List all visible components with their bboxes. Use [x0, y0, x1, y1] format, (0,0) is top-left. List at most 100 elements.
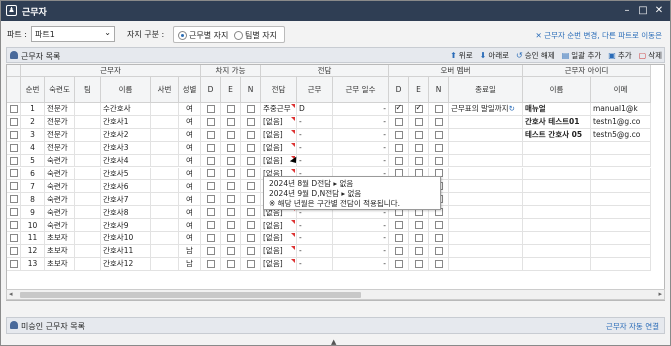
- cell-e-checkbox[interactable]: [221, 206, 241, 220]
- cell-n-checkbox[interactable]: [241, 103, 261, 116]
- checkbox[interactable]: [246, 104, 255, 113]
- close-icon[interactable]: ✕: [652, 4, 666, 17]
- radio-by-shift[interactable]: 근무별 자지: [178, 30, 228, 41]
- checkbox[interactable]: [394, 246, 403, 255]
- cell-d-checkbox[interactable]: [201, 219, 221, 232]
- row-select-checkbox[interactable]: [7, 141, 21, 155]
- row-select-checkbox[interactable]: [7, 232, 21, 245]
- cell-n-checkbox[interactable]: [241, 167, 261, 181]
- cell-enddate[interactable]: 근무표의 말일까지 ↻: [449, 103, 523, 116]
- checkbox[interactable]: [206, 143, 215, 152]
- checkbox[interactable]: [414, 156, 423, 165]
- cell-od-checkbox[interactable]: [389, 128, 409, 142]
- splitter-handle-icon[interactable]: ▲: [331, 338, 336, 346]
- checkbox[interactable]: [206, 259, 215, 268]
- cell-od-checkbox[interactable]: [389, 115, 409, 129]
- cell-enddate[interactable]: [449, 232, 523, 245]
- checkbox[interactable]: [414, 103, 423, 113]
- checkbox[interactable]: [434, 233, 443, 242]
- cell-enddate[interactable]: [449, 193, 523, 207]
- checkbox[interactable]: [246, 130, 255, 139]
- row-select-checkbox[interactable]: [7, 206, 21, 220]
- scroll-thumb[interactable]: [20, 292, 361, 298]
- cell-od-checkbox[interactable]: [389, 257, 409, 271]
- add-button[interactable]: ▣ 추가: [608, 50, 631, 61]
- cell-e-checkbox[interactable]: [221, 141, 241, 155]
- auto-link-button[interactable]: 근무자 자동 연결: [606, 321, 659, 332]
- checkbox[interactable]: [434, 117, 443, 126]
- checkbox[interactable]: [9, 117, 18, 126]
- delete-button[interactable]: ▢ 삭제: [639, 50, 662, 61]
- checkbox[interactable]: [226, 233, 235, 242]
- col-header-n[interactable]: N: [241, 77, 261, 103]
- checkbox[interactable]: [206, 182, 215, 191]
- checkbox[interactable]: [226, 259, 235, 268]
- cell-enddate[interactable]: [449, 244, 523, 258]
- checkbox[interactable]: [394, 156, 403, 165]
- cell-duty[interactable]: 주중근무: [261, 103, 297, 116]
- scroll-right-icon[interactable]: ▸: [658, 290, 662, 298]
- checkbox[interactable]: [9, 182, 18, 191]
- cell-duty[interactable]: [없음]: [261, 141, 297, 155]
- checkbox[interactable]: [206, 208, 215, 217]
- checkbox[interactable]: [394, 221, 403, 230]
- cell-d-checkbox[interactable]: [201, 154, 221, 168]
- cell-n-checkbox[interactable]: [241, 257, 261, 271]
- cell-work[interactable]: -: [297, 244, 333, 258]
- checkbox[interactable]: [394, 130, 403, 139]
- cell-oe-checkbox[interactable]: [409, 232, 429, 245]
- checkbox[interactable]: [434, 156, 443, 165]
- move-down-button[interactable]: ⬇ 아래로: [480, 50, 509, 61]
- col-header-on[interactable]: N: [429, 77, 449, 103]
- checkbox[interactable]: [414, 117, 423, 126]
- checkbox[interactable]: [226, 117, 235, 126]
- cell-duty[interactable]: [없음]: [261, 219, 297, 232]
- col-header-acc_mail[interactable]: 이메: [591, 77, 651, 103]
- checkbox[interactable]: [246, 117, 255, 126]
- cell-enddate[interactable]: [449, 141, 523, 155]
- checkbox[interactable]: [206, 233, 215, 242]
- cell-n-checkbox[interactable]: [241, 180, 261, 194]
- cell-on-checkbox[interactable]: [429, 232, 449, 245]
- checkbox[interactable]: [394, 103, 403, 113]
- cell-od-checkbox[interactable]: [389, 219, 409, 232]
- cell-work[interactable]: -: [297, 257, 333, 271]
- cell-on-checkbox[interactable]: [429, 115, 449, 129]
- scroll-left-icon[interactable]: ◂: [9, 290, 13, 298]
- unapprove-button[interactable]: ↺ 승인 해제: [516, 50, 555, 61]
- cell-oe-checkbox[interactable]: [409, 219, 429, 232]
- cell-work[interactable]: -: [297, 232, 333, 245]
- cell-e-checkbox[interactable]: [221, 167, 241, 181]
- checkbox[interactable]: [394, 259, 403, 268]
- checkbox[interactable]: [226, 169, 235, 178]
- cell-n-checkbox[interactable]: [241, 206, 261, 220]
- cell-d-checkbox[interactable]: [201, 167, 221, 181]
- col-header-empno[interactable]: 사번: [151, 77, 179, 103]
- cell-oe-checkbox[interactable]: [409, 257, 429, 271]
- row-select-checkbox[interactable]: [7, 244, 21, 258]
- cell-n-checkbox[interactable]: [241, 219, 261, 232]
- cell-oe-checkbox[interactable]: [409, 141, 429, 155]
- cell-enddate[interactable]: [449, 206, 523, 220]
- row-select-checkbox[interactable]: [7, 193, 21, 207]
- checkbox[interactable]: [9, 156, 18, 165]
- cell-n-checkbox[interactable]: [241, 128, 261, 142]
- cell-work[interactable]: -: [297, 128, 333, 142]
- checkbox[interactable]: [434, 130, 443, 139]
- checkbox[interactable]: [9, 130, 18, 139]
- col-header-gender[interactable]: 성별: [179, 77, 201, 103]
- cell-d-checkbox[interactable]: [201, 232, 221, 245]
- row-select-checkbox[interactable]: [7, 128, 21, 142]
- checkbox[interactable]: [206, 169, 215, 178]
- cell-duty[interactable]: [없음]: [261, 232, 297, 245]
- cell-work[interactable]: -: [297, 115, 333, 129]
- checkbox[interactable]: [246, 259, 255, 268]
- checkbox[interactable]: [9, 195, 18, 204]
- checkbox[interactable]: [414, 143, 423, 152]
- checkbox[interactable]: [434, 221, 443, 230]
- radio-by-team[interactable]: 팀별 자지: [234, 30, 277, 41]
- checkbox[interactable]: [9, 208, 18, 217]
- cell-od-checkbox[interactable]: [389, 154, 409, 168]
- cell-enddate[interactable]: [449, 115, 523, 129]
- checkbox[interactable]: [246, 208, 255, 217]
